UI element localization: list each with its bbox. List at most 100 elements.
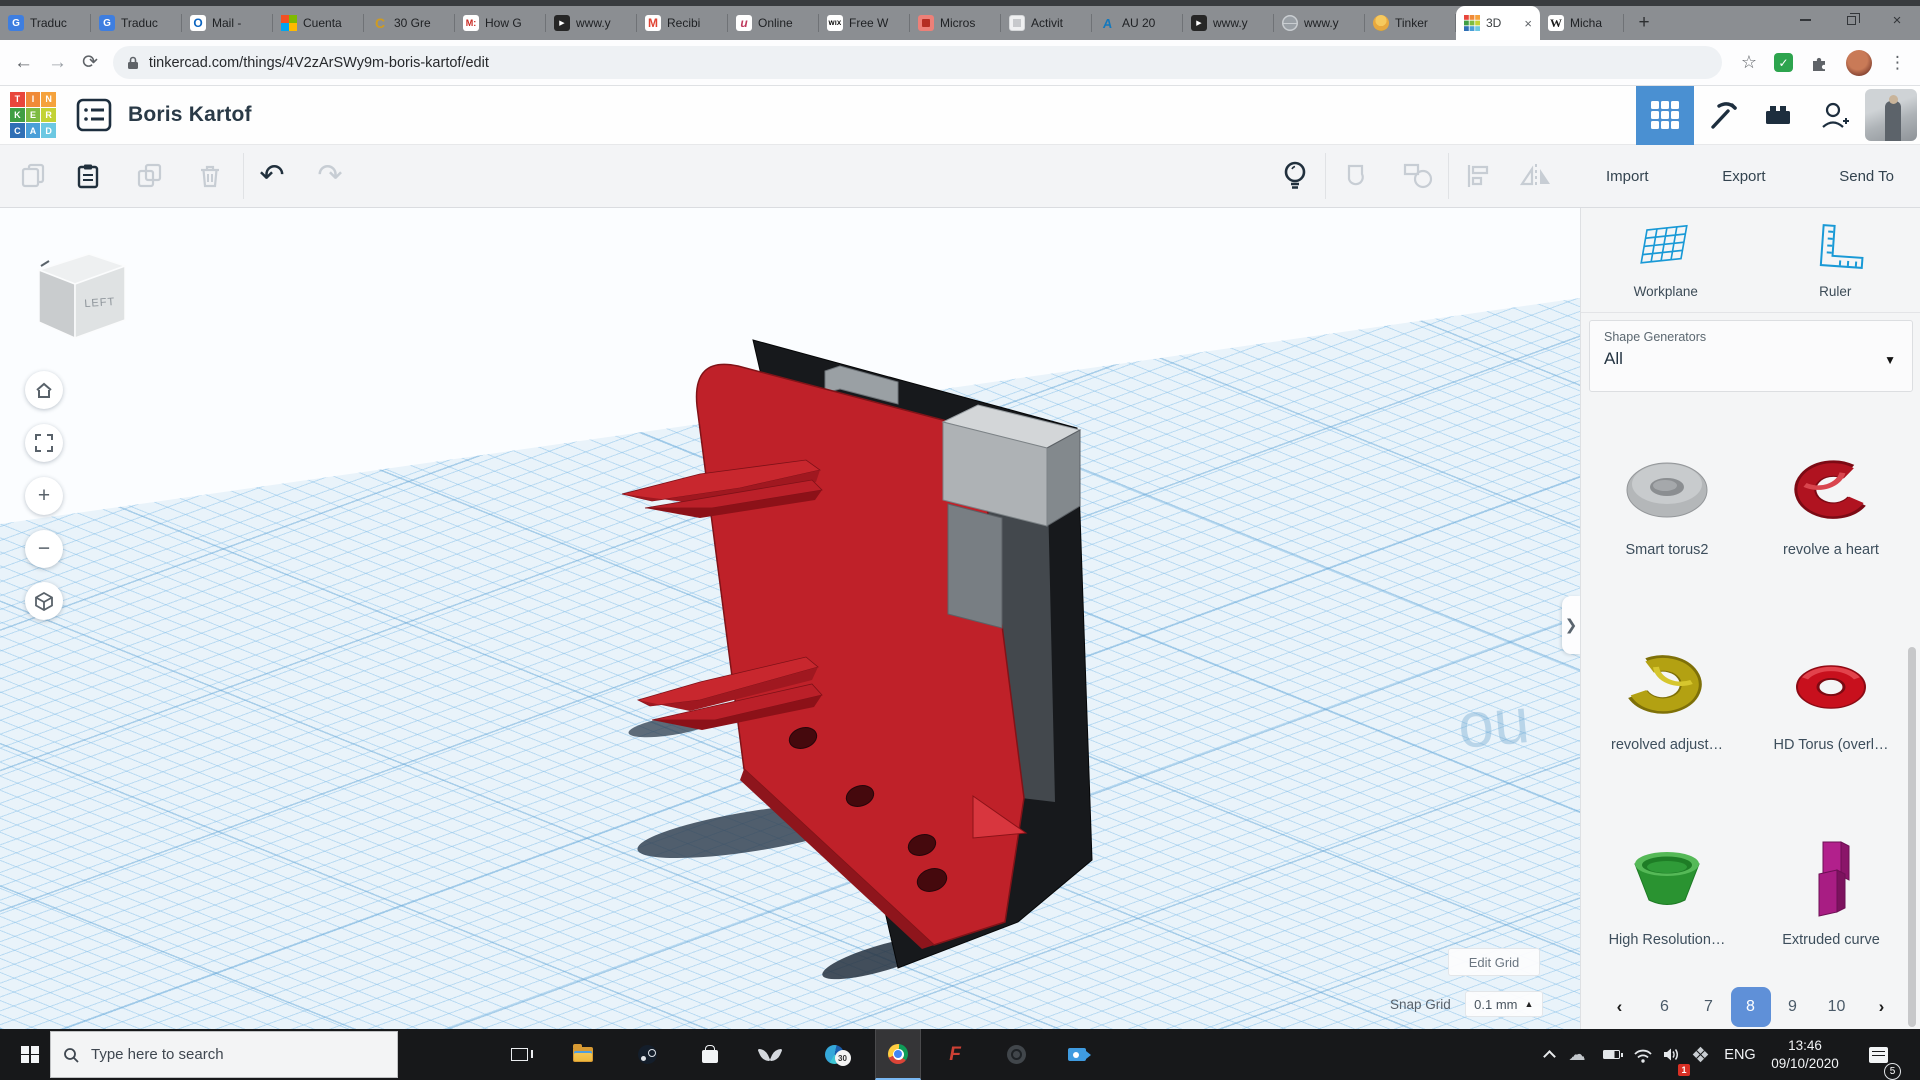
zoom-in-button[interactable]: + [25, 477, 63, 515]
perspective-toggle-button[interactable] [25, 582, 63, 620]
tab-account[interactable]: Cuenta [273, 6, 364, 40]
shape-tile-high-resolution[interactable]: High Resolution… [1592, 824, 1742, 948]
language-indicator[interactable]: ENG [1718, 1029, 1762, 1080]
task-view-button[interactable] [496, 1029, 542, 1080]
delete-button[interactable] [188, 145, 232, 207]
game-launcher-button[interactable] [747, 1029, 793, 1080]
undo-button[interactable]: ↶ [250, 145, 294, 207]
extension-check-icon[interactable]: ✓ [1774, 53, 1793, 72]
tab-udemy[interactable]: Online [728, 6, 819, 40]
tab-autodesk[interactable]: AU 20 [1092, 6, 1183, 40]
restore-button[interactable] [1828, 0, 1874, 40]
forward-icon[interactable]: → [48, 52, 67, 74]
tab-close-icon[interactable]: × [1524, 16, 1532, 31]
tab-youtube-1[interactable]: www.y [546, 6, 637, 40]
redo-button[interactable]: ↷ [308, 145, 352, 207]
home-view-button[interactable] [25, 371, 63, 409]
sidebar-scrollbar[interactable] [1908, 647, 1916, 1027]
tab-youtube-2[interactable]: www.y [1183, 6, 1274, 40]
onedrive-tray-icon[interactable]: ☁ [1563, 1029, 1591, 1080]
tray-expand-button[interactable] [1536, 1029, 1562, 1080]
align-button[interactable] [1456, 145, 1500, 207]
ruler-tool[interactable]: Ruler [1751, 220, 1920, 299]
steam-button[interactable] [624, 1029, 670, 1080]
page-7-button[interactable]: 7 [1687, 998, 1731, 1016]
view-cube[interactable]: LEFT [27, 246, 137, 346]
mirror-button[interactable] [1514, 145, 1558, 207]
back-icon[interactable]: ← [14, 52, 33, 74]
duplicate-button[interactable] [128, 145, 172, 207]
tab-wix[interactable]: Free W [819, 6, 910, 40]
f-app-button[interactable]: F [932, 1029, 978, 1080]
share-profile-button[interactable] [1806, 86, 1862, 145]
page-next-button[interactable]: › [1859, 997, 1905, 1017]
copy-button[interactable] [12, 145, 56, 207]
brick-export-button[interactable] [1750, 86, 1806, 145]
extensions-puzzle-icon[interactable] [1810, 53, 1829, 72]
tab-translate-2[interactable]: Traduc [91, 6, 182, 40]
fit-view-button[interactable] [25, 424, 63, 462]
blocks-view-button[interactable] [1636, 86, 1694, 145]
notes-button[interactable] [1273, 145, 1317, 207]
taskbar-search[interactable] [50, 1031, 398, 1078]
panel-collapse-handle[interactable]: ❯ [1562, 596, 1580, 654]
ungroup-button[interactable] [1396, 145, 1440, 207]
export-button[interactable]: Export [1722, 168, 1765, 185]
tab-micro[interactable]: Micros [910, 6, 1001, 40]
design-properties-icon[interactable] [76, 98, 112, 132]
browser-profile-avatar[interactable] [1846, 50, 1872, 76]
tab-translate-1[interactable]: Traduc [0, 6, 91, 40]
send-to-button[interactable]: Send To [1839, 168, 1894, 185]
tab-gmail[interactable]: Recibi [637, 6, 728, 40]
tab-www[interactable]: www.y [1274, 6, 1365, 40]
search-input[interactable] [91, 1046, 341, 1063]
wifi-tray-icon[interactable] [1628, 1029, 1658, 1080]
group-button[interactable] [1338, 145, 1382, 207]
import-button[interactable]: Import [1606, 168, 1649, 185]
page-8-button-active[interactable]: 8 [1731, 987, 1771, 1027]
edge-button[interactable]: 30 [811, 1029, 857, 1080]
shape-tile-extruded-curve[interactable]: Extruded curve [1756, 824, 1906, 948]
user-avatar[interactable] [1865, 89, 1917, 141]
tab-mail[interactable]: Mail - [182, 6, 273, 40]
tinkercad-logo[interactable]: TIN KER CAD [10, 92, 56, 138]
bookmark-star-icon[interactable]: ☆ [1741, 52, 1757, 73]
zoom-out-button[interactable]: − [25, 530, 63, 568]
action-center-button[interactable]: 5 [1858, 1029, 1898, 1080]
edit-grid-button[interactable]: Edit Grid [1448, 948, 1540, 976]
page-6-button[interactable]: 6 [1643, 998, 1687, 1016]
store-button[interactable] [687, 1029, 733, 1080]
paste-button[interactable] [66, 145, 110, 207]
clock[interactable]: 13:46 09/10/2020 [1762, 1029, 1848, 1080]
refresh-icon[interactable]: ⟳ [82, 51, 98, 74]
page-9-button[interactable]: 9 [1771, 998, 1815, 1016]
page-10-button[interactable]: 10 [1815, 998, 1859, 1016]
tab-activity[interactable]: Activit [1001, 6, 1092, 40]
tab-30gre[interactable]: 30 Gre [364, 6, 455, 40]
camera-app-button[interactable] [1054, 1029, 1100, 1080]
browser-menu-icon[interactable]: ⋮ [1889, 53, 1906, 73]
tab-wikipedia[interactable]: Micha [1540, 6, 1624, 40]
dropbox-tray-icon[interactable]: 1 [1686, 1029, 1714, 1080]
design-title[interactable]: Boris Kartof [128, 103, 252, 127]
workplane-tool[interactable]: Workplane [1581, 220, 1751, 299]
snap-grid-dropdown[interactable]: 0.1 mm ▲ [1465, 991, 1543, 1017]
new-tab-button[interactable]: + [1624, 6, 1664, 40]
battery-tray-icon[interactable] [1596, 1029, 1626, 1080]
viewport-3d[interactable]: ou [0, 208, 1580, 1029]
file-explorer-button[interactable] [560, 1029, 606, 1080]
start-button[interactable] [10, 1029, 50, 1080]
tab-howg[interactable]: How G [455, 6, 546, 40]
close-button[interactable]: × [1874, 0, 1920, 40]
dark-app-button[interactable] [993, 1029, 1039, 1080]
tab-tinkercad-3d-active[interactable]: 3D × [1456, 6, 1540, 40]
minimize-button[interactable] [1782, 0, 1828, 40]
minecraft-export-button[interactable] [1694, 86, 1750, 145]
page-prev-button[interactable]: ‹ [1597, 997, 1643, 1017]
shape-tile-revolve-a-heart[interactable]: revolve a heart [1756, 434, 1906, 558]
shape-tile-hd-torus[interactable]: HD Torus (overl… [1756, 629, 1906, 753]
shape-tile-revolved-adjust[interactable]: revolved adjust… [1592, 629, 1742, 753]
shape-tile-smart-torus2[interactable]: Smart torus2 [1592, 434, 1742, 558]
address-bar[interactable]: tinkercad.com/things/4V2zArSWy9m-boris-k… [113, 46, 1722, 79]
chrome-button-active[interactable] [875, 1029, 921, 1080]
